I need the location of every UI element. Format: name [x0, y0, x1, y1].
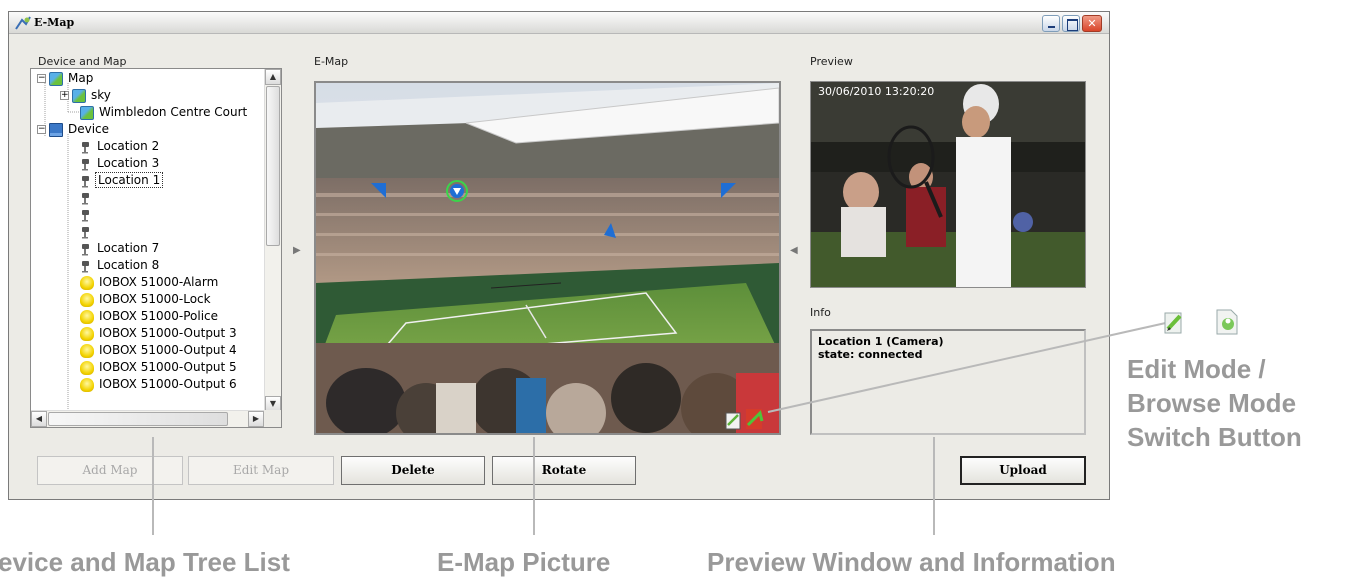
mode-switch-callout-line3: Switch Button: [1127, 422, 1302, 452]
tree-list-callout: evice and Map Tree List: [0, 547, 290, 577]
mode-switch-callout-line1: Edit Mode /: [1127, 354, 1266, 384]
edit-mode-icon: [1164, 312, 1182, 334]
preview-info-callout: Preview Window and Information: [707, 547, 1116, 577]
mode-switch-callout-line2: Browse Mode: [1127, 388, 1297, 418]
callout-lines: [152, 321, 1171, 535]
emap-picture-callout: E-Map Picture: [437, 547, 611, 577]
browse-mode-icon: [1216, 309, 1238, 335]
